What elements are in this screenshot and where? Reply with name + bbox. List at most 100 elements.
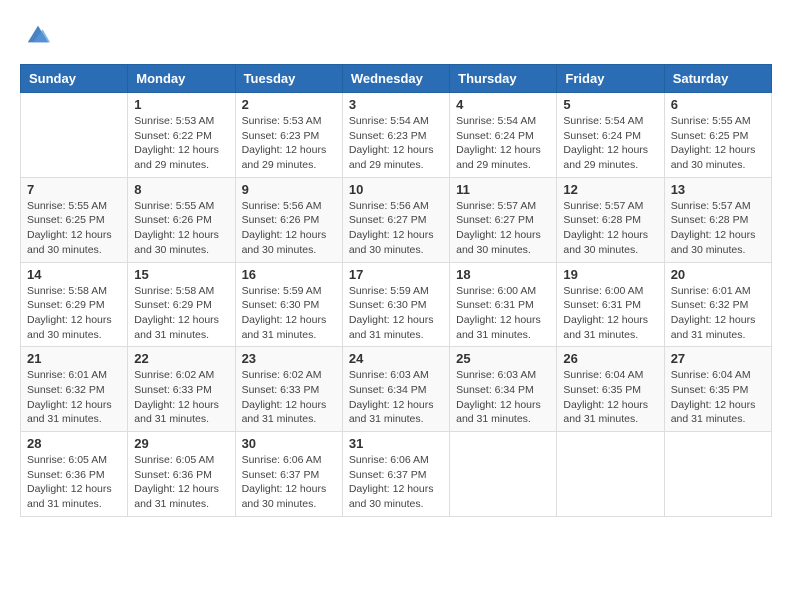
calendar-cell: 17 Sunrise: 5:59 AM Sunset: 6:30 PM Dayli… <box>342 262 449 347</box>
day-info: Sunrise: 5:54 AM Sunset: 6:24 PM Dayligh… <box>456 114 550 173</box>
day-number: 27 <box>671 351 765 366</box>
calendar-week-row: 1 Sunrise: 5:53 AM Sunset: 6:22 PM Daylig… <box>21 93 772 178</box>
day-number: 24 <box>349 351 443 366</box>
day-info: Sunrise: 6:03 AM Sunset: 6:34 PM Dayligh… <box>456 368 550 427</box>
calendar-week-row: 7 Sunrise: 5:55 AM Sunset: 6:25 PM Daylig… <box>21 177 772 262</box>
calendar-cell: 26Sunrise: 6:04 AM Sunset: 6:35 PM Dayli… <box>557 347 664 432</box>
calendar-cell: 1 Sunrise: 5:53 AM Sunset: 6:22 PM Daylig… <box>128 93 235 178</box>
day-number: 7 <box>27 182 121 197</box>
day-info: Sunrise: 5:55 AM Sunset: 6:25 PM Dayligh… <box>27 199 121 258</box>
day-number: 19 <box>563 267 657 282</box>
calendar-cell <box>664 432 771 517</box>
day-number: 12 <box>563 182 657 197</box>
day-info: Sunrise: 6:05 AM Sunset: 6:36 PM Dayligh… <box>27 453 121 512</box>
day-number: 18 <box>456 267 550 282</box>
day-info: Sunrise: 6:04 AM Sunset: 6:35 PM Dayligh… <box>671 368 765 427</box>
day-number: 16 <box>242 267 336 282</box>
calendar-cell: 22Sunrise: 6:02 AM Sunset: 6:33 PM Dayli… <box>128 347 235 432</box>
day-info: Sunrise: 6:05 AM Sunset: 6:36 PM Dayligh… <box>134 453 228 512</box>
calendar-cell: 2 Sunrise: 5:53 AM Sunset: 6:23 PM Daylig… <box>235 93 342 178</box>
calendar-cell: 3 Sunrise: 5:54 AM Sunset: 6:23 PM Daylig… <box>342 93 449 178</box>
day-info: Sunrise: 6:06 AM Sunset: 6:37 PM Dayligh… <box>349 453 443 512</box>
day-info: Sunrise: 5:55 AM Sunset: 6:26 PM Dayligh… <box>134 199 228 258</box>
calendar-cell: 30Sunrise: 6:06 AM Sunset: 6:37 PM Dayli… <box>235 432 342 517</box>
calendar-table: SundayMondayTuesdayWednesdayThursdayFrid… <box>20 64 772 517</box>
day-info: Sunrise: 5:54 AM Sunset: 6:24 PM Dayligh… <box>563 114 657 173</box>
calendar-cell: 5 Sunrise: 5:54 AM Sunset: 6:24 PM Daylig… <box>557 93 664 178</box>
day-number: 10 <box>349 182 443 197</box>
day-number: 8 <box>134 182 228 197</box>
day-number: 25 <box>456 351 550 366</box>
day-info: Sunrise: 6:02 AM Sunset: 6:33 PM Dayligh… <box>242 368 336 427</box>
weekday-header-saturday: Saturday <box>664 65 771 93</box>
day-number: 6 <box>671 97 765 112</box>
day-number: 29 <box>134 436 228 451</box>
day-number: 21 <box>27 351 121 366</box>
calendar-cell: 27 Sunrise: 6:04 AM Sunset: 6:35 PM Dayli… <box>664 347 771 432</box>
day-number: 1 <box>134 97 228 112</box>
day-info: Sunrise: 6:00 AM Sunset: 6:31 PM Dayligh… <box>563 284 657 343</box>
calendar-cell: 23 Sunrise: 6:02 AM Sunset: 6:33 PM Dayli… <box>235 347 342 432</box>
logo <box>20 20 52 48</box>
calendar-cell: 21 Sunrise: 6:01 AM Sunset: 6:32 PM Dayli… <box>21 347 128 432</box>
calendar-cell <box>450 432 557 517</box>
calendar-cell: 29 Sunrise: 6:05 AM Sunset: 6:36 PM Dayli… <box>128 432 235 517</box>
day-info: Sunrise: 5:54 AM Sunset: 6:23 PM Dayligh… <box>349 114 443 173</box>
calendar-cell <box>557 432 664 517</box>
calendar-cell: 31 Sunrise: 6:06 AM Sunset: 6:37 PM Dayli… <box>342 432 449 517</box>
day-info: Sunrise: 5:59 AM Sunset: 6:30 PM Dayligh… <box>242 284 336 343</box>
calendar-cell: 8 Sunrise: 5:55 AM Sunset: 6:26 PM Daylig… <box>128 177 235 262</box>
weekday-header-tuesday: Tuesday <box>235 65 342 93</box>
calendar-week-row: 21 Sunrise: 6:01 AM Sunset: 6:32 PM Dayli… <box>21 347 772 432</box>
day-number: 5 <box>563 97 657 112</box>
day-number: 22 <box>134 351 228 366</box>
day-number: 26 <box>563 351 657 366</box>
weekday-header-friday: Friday <box>557 65 664 93</box>
day-number: 13 <box>671 182 765 197</box>
calendar-cell: 28 Sunrise: 6:05 AM Sunset: 6:36 PM Dayli… <box>21 432 128 517</box>
weekday-header-wednesday: Wednesday <box>342 65 449 93</box>
logo-icon <box>24 20 52 48</box>
day-info: Sunrise: 5:59 AM Sunset: 6:30 PM Dayligh… <box>349 284 443 343</box>
day-info: Sunrise: 5:55 AM Sunset: 6:25 PM Dayligh… <box>671 114 765 173</box>
day-info: Sunrise: 5:53 AM Sunset: 6:22 PM Dayligh… <box>134 114 228 173</box>
day-info: Sunrise: 5:58 AM Sunset: 6:29 PM Dayligh… <box>134 284 228 343</box>
weekday-header-sunday: Sunday <box>21 65 128 93</box>
day-number: 9 <box>242 182 336 197</box>
day-info: Sunrise: 5:56 AM Sunset: 6:26 PM Dayligh… <box>242 199 336 258</box>
weekday-header-monday: Monday <box>128 65 235 93</box>
day-number: 11 <box>456 182 550 197</box>
weekday-header-row: SundayMondayTuesdayWednesdayThursdayFrid… <box>21 65 772 93</box>
calendar-cell: 12Sunrise: 5:57 AM Sunset: 6:28 PM Dayli… <box>557 177 664 262</box>
day-number: 4 <box>456 97 550 112</box>
day-number: 20 <box>671 267 765 282</box>
day-number: 2 <box>242 97 336 112</box>
calendar-cell: 11Sunrise: 5:57 AM Sunset: 6:27 PM Dayli… <box>450 177 557 262</box>
calendar-week-row: 14 Sunrise: 5:58 AM Sunset: 6:29 PM Dayli… <box>21 262 772 347</box>
day-number: 15 <box>134 267 228 282</box>
day-number: 3 <box>349 97 443 112</box>
calendar-cell: 9 Sunrise: 5:56 AM Sunset: 6:26 PM Daylig… <box>235 177 342 262</box>
day-info: Sunrise: 6:01 AM Sunset: 6:32 PM Dayligh… <box>671 284 765 343</box>
calendar-cell: 10 Sunrise: 5:56 AM Sunset: 6:27 PM Dayli… <box>342 177 449 262</box>
page-header <box>20 20 772 48</box>
calendar-cell: 25 Sunrise: 6:03 AM Sunset: 6:34 PM Dayli… <box>450 347 557 432</box>
day-number: 31 <box>349 436 443 451</box>
day-info: Sunrise: 5:57 AM Sunset: 6:28 PM Dayligh… <box>671 199 765 258</box>
day-info: Sunrise: 6:03 AM Sunset: 6:34 PM Dayligh… <box>349 368 443 427</box>
calendar-cell: 15 Sunrise: 5:58 AM Sunset: 6:29 PM Dayli… <box>128 262 235 347</box>
calendar-cell: 24 Sunrise: 6:03 AM Sunset: 6:34 PM Dayli… <box>342 347 449 432</box>
day-info: Sunrise: 6:06 AM Sunset: 6:37 PM Dayligh… <box>242 453 336 512</box>
calendar-cell: 18Sunrise: 6:00 AM Sunset: 6:31 PM Dayli… <box>450 262 557 347</box>
calendar-cell: 19 Sunrise: 6:00 AM Sunset: 6:31 PM Dayli… <box>557 262 664 347</box>
day-info: Sunrise: 5:53 AM Sunset: 6:23 PM Dayligh… <box>242 114 336 173</box>
calendar-cell: 4 Sunrise: 5:54 AM Sunset: 6:24 PM Daylig… <box>450 93 557 178</box>
day-info: Sunrise: 5:56 AM Sunset: 6:27 PM Dayligh… <box>349 199 443 258</box>
day-info: Sunrise: 6:01 AM Sunset: 6:32 PM Dayligh… <box>27 368 121 427</box>
day-number: 14 <box>27 267 121 282</box>
day-number: 28 <box>27 436 121 451</box>
day-number: 17 <box>349 267 443 282</box>
calendar-cell: 16 Sunrise: 5:59 AM Sunset: 6:30 PM Dayli… <box>235 262 342 347</box>
calendar-cell: 7 Sunrise: 5:55 AM Sunset: 6:25 PM Daylig… <box>21 177 128 262</box>
day-number: 23 <box>242 351 336 366</box>
